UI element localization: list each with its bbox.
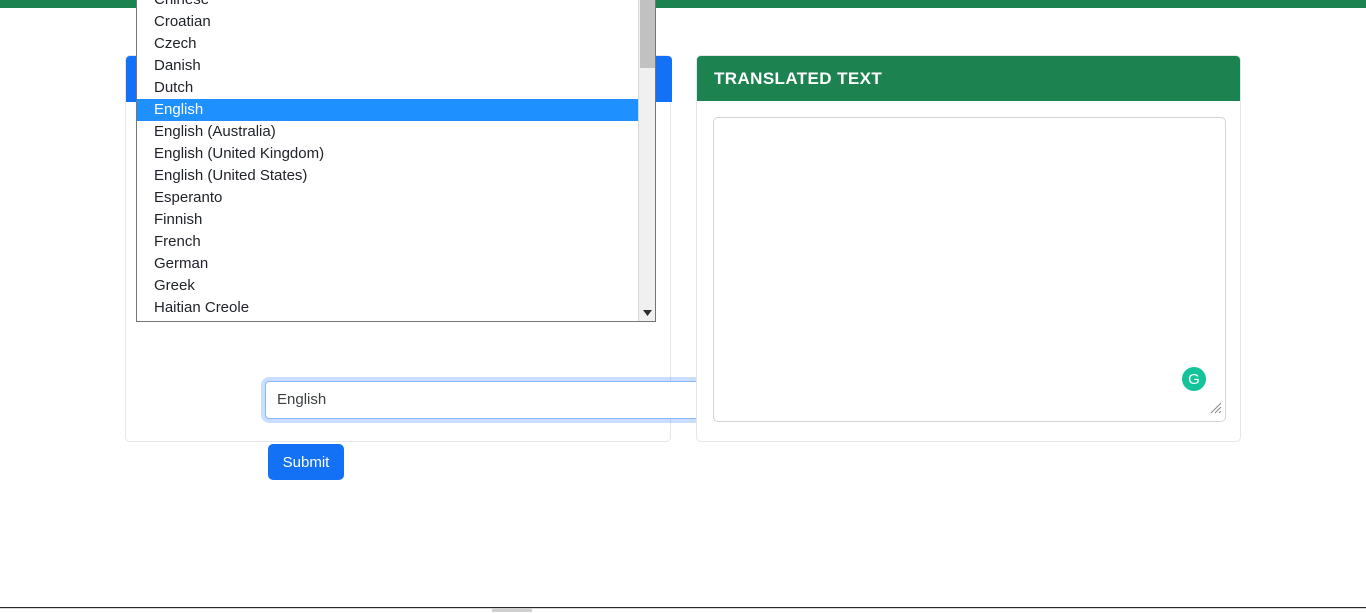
language-option[interactable]: French	[137, 231, 639, 253]
dropdown-scrollbar-thumb[interactable]	[640, 0, 655, 68]
translated-text-card: TRANSLATED TEXT G	[696, 55, 1241, 442]
language-option[interactable]: Esperanto	[137, 187, 639, 209]
language-option[interactable]: Danish	[137, 55, 639, 77]
translated-text-area[interactable]	[713, 117, 1226, 422]
dropdown-scrollbar[interactable]	[638, 0, 655, 321]
translated-text-title: TRANSLATED TEXT	[697, 56, 1240, 101]
language-option[interactable]: Croatian	[137, 11, 639, 33]
page-horizontal-scrollbar-thumb[interactable]	[492, 608, 532, 612]
language-option[interactable]: English (Australia)	[137, 121, 639, 143]
language-option[interactable]: English (United Kingdom)	[137, 143, 639, 165]
submit-button[interactable]: Submit	[268, 444, 344, 480]
chevron-down-icon[interactable]	[639, 304, 655, 321]
grammarly-icon[interactable]: G	[1182, 367, 1206, 391]
language-option-list[interactable]: ChineseCroatianCzechDanishDutchEnglishEn…	[137, 0, 639, 317]
language-option[interactable]: Haitian Creole	[137, 297, 639, 317]
language-option[interactable]: Dutch	[137, 77, 639, 99]
language-option[interactable]: Finnish	[137, 209, 639, 231]
language-option[interactable]: English (United States)	[137, 165, 639, 187]
language-option[interactable]: Czech	[137, 33, 639, 55]
language-option[interactable]: Greek	[137, 275, 639, 297]
language-option[interactable]: Chinese	[137, 0, 639, 11]
language-option[interactable]: German	[137, 253, 639, 275]
page-horizontal-scrollbar[interactable]	[0, 608, 1366, 613]
language-option[interactable]: English	[137, 99, 639, 121]
language-dropdown-popup[interactable]: ChineseCroatianCzechDanishDutchEnglishEn…	[136, 0, 656, 322]
